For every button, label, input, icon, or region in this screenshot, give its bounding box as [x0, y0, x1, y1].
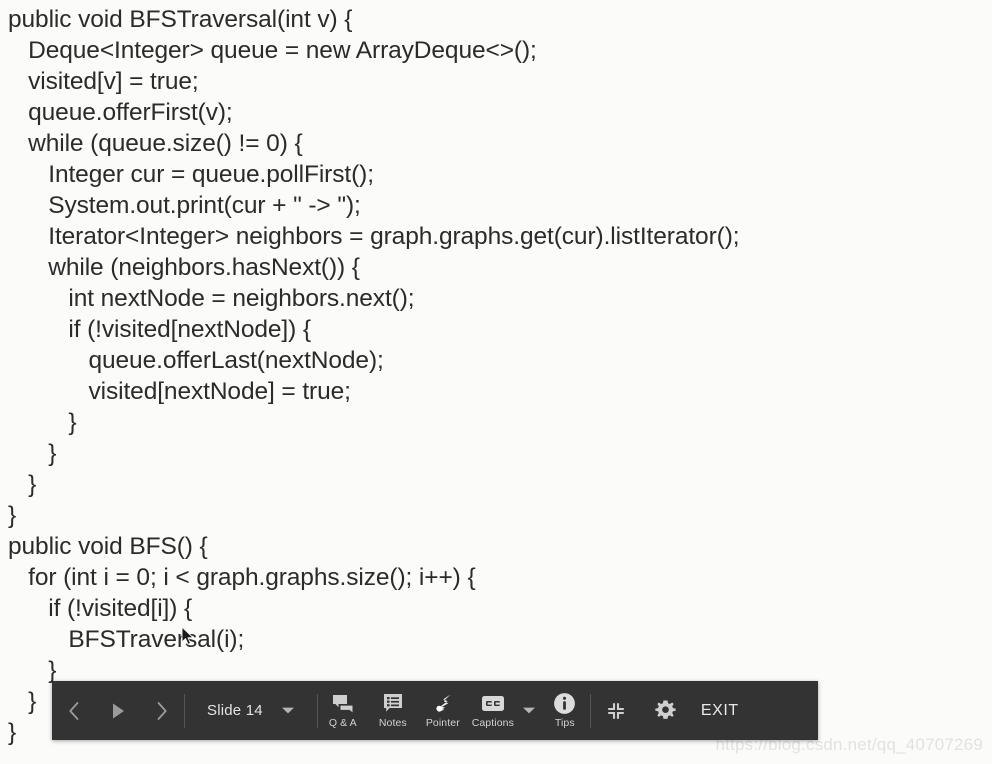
- laser-pointer-icon: [432, 692, 454, 714]
- gear-icon: [655, 700, 676, 719]
- qa-label: Q & A: [328, 717, 357, 729]
- code-line: }: [8, 502, 17, 529]
- closed-captions-icon: [481, 692, 505, 714]
- code-line: queue.offerLast(nextNode);: [8, 347, 384, 374]
- code-line: public void BFSTraversal(int v) {: [8, 6, 353, 33]
- code-line: System.out.print(cur + " -> ");: [8, 192, 361, 219]
- slide-navigation-group: [52, 681, 184, 740]
- code-line: BFSTraversal(i);: [8, 626, 245, 653]
- tips-label: Tips: [554, 717, 575, 729]
- captions-label: Captions: [471, 717, 514, 729]
- chevron-left-icon: [69, 701, 79, 720]
- exit-fullscreen-button[interactable]: [591, 689, 641, 733]
- notes-button[interactable]: Notes: [368, 685, 418, 737]
- next-slide-button[interactable]: [140, 689, 184, 733]
- code-listing: public void BFSTraversal(int v) { Deque<…: [8, 4, 988, 748]
- notes-label: Notes: [378, 717, 407, 729]
- code-line: }: [8, 471, 37, 498]
- code-line: visited[v] = true;: [8, 68, 199, 95]
- tips-button[interactable]: Tips: [540, 685, 590, 737]
- code-line: for (int i = 0; i < graph.graphs.size();…: [8, 564, 476, 591]
- previous-slide-button[interactable]: [52, 689, 96, 733]
- presenter-tools-group: Q & A Notes Pointer Captions Tips: [318, 681, 590, 740]
- pointer-button[interactable]: Pointer: [418, 685, 468, 737]
- exit-button[interactable]: EXIT: [691, 689, 753, 733]
- chevron-right-icon: [157, 701, 167, 720]
- code-line: }: [8, 409, 77, 436]
- slide-number-dropdown[interactable]: Slide 14: [185, 702, 317, 719]
- captions-button[interactable]: Captions: [468, 685, 518, 737]
- settings-button[interactable]: [641, 689, 691, 733]
- code-line: public void BFS() {: [8, 533, 208, 560]
- code-line: while (queue.size() != 0) {: [8, 130, 303, 157]
- code-line: }: [8, 440, 57, 467]
- code-line: Integer cur = queue.pollFirst();: [8, 161, 374, 188]
- notes-bubble-icon: [383, 692, 403, 714]
- code-line: if (!visited[nextNode]) {: [8, 316, 311, 343]
- exit-fullscreen-icon: [608, 702, 624, 719]
- code-line: Iterator<Integer> neighbors = graph.grap…: [8, 223, 740, 250]
- presenter-right-group: EXIT: [591, 681, 753, 740]
- code-line: Deque<Integer> queue = new ArrayDeque<>(…: [8, 37, 537, 64]
- play-presentation-button[interactable]: [96, 689, 140, 733]
- presentation-slide: public void BFSTraversal(int v) { Deque<…: [0, 0, 992, 764]
- code-line: int nextNode = neighbors.next();: [8, 285, 415, 312]
- code-line: queue.offerFirst(v);: [8, 99, 233, 126]
- code-line: visited[nextNode] = true;: [8, 378, 351, 405]
- captions-options-dropdown[interactable]: [518, 689, 540, 733]
- info-circle-icon: [553, 692, 576, 714]
- speech-bubbles-icon: [332, 692, 354, 714]
- play-triangle-icon: [113, 703, 124, 718]
- code-line: if (!visited[i]) {: [8, 595, 193, 622]
- chevron-down-icon: [522, 707, 535, 714]
- chevron-down-icon: [281, 707, 294, 714]
- exit-label: EXIT: [700, 701, 739, 719]
- code-line: while (neighbors.hasNext()) {: [8, 254, 360, 281]
- pointer-label: Pointer: [425, 717, 460, 729]
- slide-number-label: Slide 14: [207, 702, 263, 719]
- presenter-toolbar: Slide 14 Q & A Notes Pointer Captions Ti…: [52, 681, 818, 740]
- qa-button[interactable]: Q & A: [318, 685, 368, 737]
